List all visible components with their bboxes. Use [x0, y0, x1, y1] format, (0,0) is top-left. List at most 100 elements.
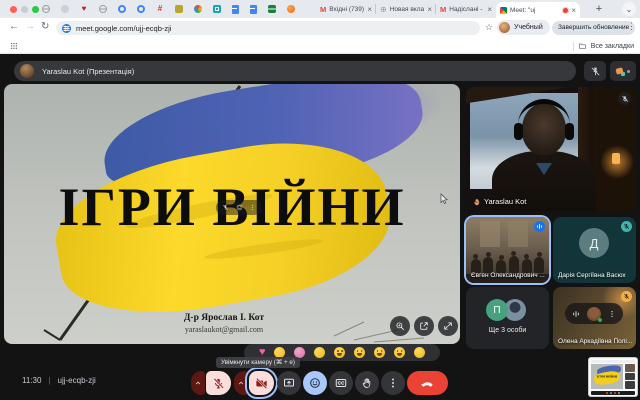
tab-new-tab[interactable]: ⊕ Новая вкладк × [376, 0, 436, 18]
screen: ♥ # M Вхідні (739) - × ⊕ Новая вкладк [0, 0, 640, 400]
captions-button[interactable] [329, 371, 353, 395]
pinned-tab-doc-icon[interactable] [250, 5, 257, 14]
more-options-button[interactable] [381, 371, 405, 395]
closed-captions-icon [335, 377, 347, 389]
meet-icon [500, 7, 507, 14]
pinned-tab-globe-icon[interactable] [42, 5, 50, 13]
reaction-thumbs-down[interactable] [414, 347, 425, 358]
mic-options-button[interactable] [191, 371, 205, 395]
camera-toggle-button[interactable] [249, 371, 274, 395]
close-tab-icon[interactable]: × [367, 5, 372, 14]
tab-search-chevron-icon[interactable]: ⌄ [622, 2, 636, 16]
reactions-button[interactable] [303, 371, 327, 395]
present-button[interactable] [277, 371, 301, 395]
mic-off-icon [623, 293, 630, 300]
more-options-icon[interactable] [608, 310, 616, 318]
pinned-tab-multicolor-icon[interactable] [194, 5, 202, 13]
participant-tile-main[interactable]: Yaraslau Kot [466, 87, 636, 211]
raise-hand-button[interactable] [355, 371, 379, 395]
apps-grid-icon[interactable] [10, 42, 18, 50]
camera-off-icon [255, 377, 268, 390]
pinned-tabs: ♥ # [42, 0, 295, 18]
more-options-icon[interactable] [249, 204, 256, 211]
chevron-up-icon [194, 379, 202, 387]
browser-menu-icon[interactable]: ⋮ [627, 21, 636, 32]
pinned-tab-orange-icon[interactable] [287, 5, 295, 13]
open-in-new-icon [419, 321, 429, 331]
overflow-participants-tile[interactable]: П Ще 3 особи [466, 287, 549, 349]
mic-off-icon [212, 377, 225, 390]
reaction-crying-face[interactable] [374, 347, 385, 358]
effects-button[interactable] [610, 61, 636, 81]
mini-preview-window[interactable]: ІГРИ ВІЙНИ [589, 358, 637, 396]
pinned-tab-globe-icon[interactable] [99, 5, 107, 13]
reload-button[interactable]: ↻ [41, 21, 49, 32]
all-bookmarks[interactable]: Все закладки [573, 38, 634, 54]
zoom-in-button[interactable] [390, 316, 410, 336]
reaction-icon[interactable] [236, 204, 243, 211]
tab-gmail-sent[interactable]: M Надіслані - п × [436, 0, 496, 18]
pin-off-icon[interactable] [222, 204, 229, 211]
mic-off-icon [621, 95, 629, 103]
pinned-tab-ring-icon[interactable] [137, 5, 145, 13]
window-minimize-button[interactable] [21, 6, 28, 13]
back-button[interactable]: ← [9, 21, 19, 32]
presenter-label: Yaraslau Kot (Презентація) [42, 67, 134, 76]
audio-bars-icon[interactable] [572, 310, 580, 318]
meeting-info: 11:30 | ujj-ecqb-zji [22, 376, 96, 385]
fullscreen-button[interactable] [438, 316, 458, 336]
pinned-tab-heart-icon[interactable]: ♥ [80, 5, 88, 13]
url-text[interactable]: meet.google.com/ujj-ecqb-zji [76, 24, 171, 33]
all-bookmarks-label: Все закладки [591, 43, 634, 50]
camera-options-button[interactable] [234, 371, 248, 395]
presentation-stage[interactable]: ІГРИ ВІЙНИ Д-р Ярослав І. Кот yaraslauko… [4, 84, 460, 344]
pinned-tab-teal-icon[interactable] [213, 5, 221, 13]
avatar [499, 22, 510, 33]
recording-indicator-icon [563, 8, 568, 13]
address-bar[interactable]: meet.google.com/ujj-ecqb-zji [56, 21, 480, 35]
mini-stage: ІГРИ ВІЙНИ [591, 364, 623, 389]
divider [573, 42, 574, 51]
tab-label: Надіслані - п [449, 6, 484, 13]
tile-hover-controls[interactable] [565, 303, 623, 324]
reaction-thinking-face[interactable] [394, 347, 405, 358]
gmail-icon: M [320, 5, 326, 14]
participant-tile[interactable]: Д Дарія Сергіївна Васюх [553, 217, 636, 283]
profile-chip[interactable]: Учебный [497, 20, 550, 35]
mini-slide-title: ІГРИ ВІЙНИ [597, 375, 617, 379]
reaction-tears-of-joy[interactable] [334, 347, 345, 358]
presenter-bar[interactable]: Yaraslau Kot (Презентація) [14, 61, 576, 81]
pinned-tab-hash-icon[interactable]: # [156, 5, 164, 13]
participant-name-label: Yaraslau Kot [473, 197, 526, 206]
open-in-new-button[interactable] [414, 316, 434, 336]
leave-call-button[interactable] [407, 371, 448, 395]
close-tab-icon[interactable]: × [427, 5, 432, 14]
mic-toggle-button[interactable] [206, 371, 231, 395]
participant-name-label: Євген Олександрович ... [471, 272, 545, 279]
reaction-surprised-face[interactable] [354, 347, 365, 358]
close-tab-icon[interactable]: × [571, 6, 576, 15]
pinned-tab-dot-icon[interactable] [61, 5, 69, 13]
unpin-button[interactable] [584, 61, 606, 81]
reaction-clapping-hands[interactable] [314, 347, 325, 358]
magnifier-plus-icon [395, 321, 405, 331]
bookmark-star-icon[interactable]: ☆ [485, 22, 493, 33]
pinned-tab-sheet-icon[interactable] [268, 5, 276, 13]
participant-tile[interactable]: Олена Аркадіївна Полі... [553, 287, 636, 349]
window-close-button[interactable] [10, 6, 17, 13]
pinned-tab-doc-icon[interactable] [232, 5, 239, 14]
avatar[interactable] [587, 307, 601, 321]
window-maximize-button[interactable] [32, 6, 39, 13]
tab-gmail-inbox[interactable]: M Вхідні (739) - × [316, 0, 376, 18]
forward-button[interactable]: → [25, 21, 35, 32]
pinned-tab-ring-icon[interactable] [118, 5, 126, 13]
tile-hover-controls[interactable] [216, 200, 262, 215]
update-button[interactable]: Завершить обновление [552, 21, 635, 35]
tab-meet-active[interactable]: Meet: "uj × [496, 2, 580, 18]
pinned-tab-square-icon[interactable] [175, 5, 183, 13]
participant-tile[interactable]: Євген Олександрович ... [466, 217, 549, 283]
site-info-icon[interactable] [62, 24, 71, 33]
close-tab-icon[interactable]: × [487, 5, 492, 14]
new-tab-button[interactable]: + [592, 2, 606, 16]
more-options-icon [387, 377, 399, 389]
